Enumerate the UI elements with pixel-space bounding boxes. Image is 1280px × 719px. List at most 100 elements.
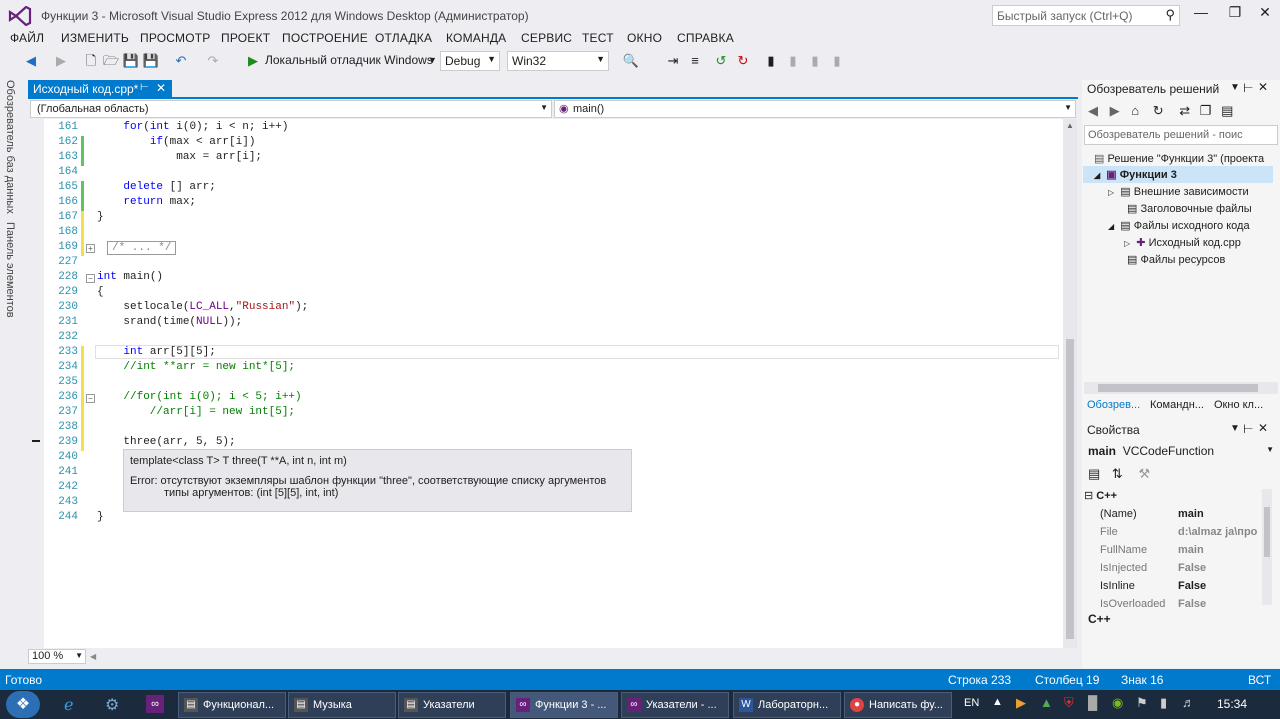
scroll-up-icon[interactable]: ▲ xyxy=(1066,121,1074,130)
collapse-icon[interactable]: ⊟ xyxy=(1084,490,1093,502)
comment-icon[interactable]: ≡ xyxy=(686,52,704,70)
chevron-down-icon[interactable]: ▼ xyxy=(428,55,437,65)
document-tab[interactable]: Исходный код.cpp* ⊢ ✕ xyxy=(28,80,172,98)
start-debug-icon[interactable]: ▶ xyxy=(244,52,262,70)
scroll-thumb[interactable] xyxy=(1264,507,1270,557)
tree-item-headers[interactable]: ▤ Заголовочные файлы xyxy=(1127,202,1252,215)
collapse-icon[interactable]: ❐ xyxy=(1200,103,1212,118)
menu-window[interactable]: ОКНО xyxy=(627,31,662,45)
nvidia-icon[interactable]: ◉ xyxy=(1112,695,1123,711)
language-indicator[interactable]: EN xyxy=(964,697,979,709)
redo-icon[interactable]: ↷ xyxy=(204,52,222,70)
tray-expand-icon[interactable]: ▲ xyxy=(992,696,1003,708)
volume-icon[interactable]: ♬ xyxy=(1182,695,1195,710)
quick-launch-input[interactable]: Быстрый запуск (Ctrl+Q) ⚲ xyxy=(992,5,1180,26)
solution-hscrollbar[interactable] xyxy=(1084,382,1278,394)
start-debugger-label[interactable]: Локальный отладчик Windows xyxy=(265,53,433,67)
tree-item-resources[interactable]: ▤ Файлы ресурсов xyxy=(1127,253,1225,266)
start-button[interactable]: ❖ xyxy=(6,691,40,718)
bookmark-prev-icon[interactable]: ↺ xyxy=(712,52,730,70)
menu-debug[interactable]: ОТЛАДКА xyxy=(375,31,432,45)
panel-menu-icon[interactable]: ▼ xyxy=(1230,82,1240,93)
bookmark-clear-icon[interactable]: ↻ xyxy=(734,52,752,70)
property-row[interactable]: IsInjected False xyxy=(1082,560,1272,578)
close-icon[interactable]: ✕ xyxy=(1258,421,1268,435)
close-icon[interactable]: ✕ xyxy=(1258,80,1268,94)
clock[interactable]: 15:34 xyxy=(1217,697,1247,711)
visual-studio-icon[interactable]: ∞ xyxy=(146,695,164,713)
member-select[interactable]: ◉ main() ▼ xyxy=(554,100,1076,118)
tree-item-project[interactable]: ◢ ▣ Функции 3 xyxy=(1094,168,1177,181)
menu-test[interactable]: ТЕСТ xyxy=(582,31,614,45)
menu-team[interactable]: КОМАНДА xyxy=(446,31,506,45)
shield-icon[interactable]: ⛨ xyxy=(1064,695,1074,711)
menu-tools[interactable]: СЕРВИС xyxy=(521,31,572,45)
menu-build[interactable]: ПОСТРОЕНИЕ xyxy=(282,31,368,45)
panel-menu-icon[interactable]: ▼ xyxy=(1230,423,1240,434)
collapse-outline-icon[interactable]: − xyxy=(86,274,95,283)
property-row[interactable]: File d:\almaz ja\про xyxy=(1082,524,1272,542)
step-icon[interactable]: ⇥ xyxy=(664,52,682,70)
collapse-outline-icon[interactable]: − xyxy=(86,394,95,403)
bookmark-folder-icon[interactable]: ▮ xyxy=(828,52,846,70)
forward-icon[interactable]: ▶ xyxy=(52,52,70,70)
history-icon[interactable]: ↻ xyxy=(1153,103,1164,118)
property-row[interactable]: IsInline False xyxy=(1082,578,1272,596)
menu-help[interactable]: СПРАВКА xyxy=(677,31,734,45)
property-pages-icon[interactable]: ⚒ xyxy=(1138,466,1150,481)
tree-item-sources[interactable]: ◢ ▤ Файлы исходного кода xyxy=(1108,219,1250,232)
expand-outline-icon[interactable]: + xyxy=(86,244,95,253)
taskbar-item-chrome[interactable]: ● Написать фу... xyxy=(844,692,952,718)
close-window-button[interactable]: ✕ xyxy=(1248,4,1280,24)
forward-icon[interactable]: ▶ xyxy=(1110,103,1120,118)
bookmark-icon[interactable]: ▮ xyxy=(762,52,780,70)
property-row[interactable]: FullName main xyxy=(1082,542,1272,560)
sync-icon[interactable]: ⇄ xyxy=(1179,103,1190,118)
restore-button[interactable]: ❐ xyxy=(1218,4,1252,24)
bookmark-toggle-icon[interactable]: ▮ xyxy=(806,52,824,70)
pin-icon[interactable]: ⊢ xyxy=(1243,81,1253,95)
save-icon[interactable]: 💾 xyxy=(122,52,140,70)
properties-icon[interactable]: ▤ xyxy=(1221,103,1233,118)
taskbar-item-music[interactable]: ▤ Музыка xyxy=(288,692,396,718)
categorized-icon[interactable]: ▤ xyxy=(1088,466,1100,481)
tab-solution-explorer[interactable]: Обозрев... xyxy=(1087,399,1140,411)
taskbar-item-vs-pointers[interactable]: ∞ Указатели - ... xyxy=(621,692,729,718)
vertical-scrollbar[interactable]: ▲ xyxy=(1063,119,1077,648)
property-row[interactable]: IsOverloaded False xyxy=(1082,596,1272,610)
open-file-icon[interactable]: 🗁 xyxy=(102,52,120,70)
menu-file[interactable]: ФАЙЛ xyxy=(10,31,44,45)
tab-team-explorer[interactable]: Командн... xyxy=(1150,399,1204,411)
property-row[interactable]: (Name) main xyxy=(1082,506,1272,524)
media-icon[interactable]: ▶ xyxy=(1016,695,1026,711)
flag-icon[interactable]: ⚑ xyxy=(1136,695,1148,711)
tab-toolbox[interactable]: Панель элементов xyxy=(4,222,16,318)
tab-database-explorer[interactable]: Обозреватель баз данных xyxy=(4,80,16,214)
back-icon[interactable]: ◀ xyxy=(22,52,40,70)
bookmark-next-icon[interactable]: ▮ xyxy=(784,52,802,70)
zoom-select[interactable]: 100 % ▼ xyxy=(28,649,86,664)
find-in-files-icon[interactable]: 🔍 xyxy=(622,52,640,70)
steam-icon[interactable]: ⚙ xyxy=(105,695,119,715)
properties-scrollbar[interactable] xyxy=(1262,489,1272,605)
platform-select[interactable]: Win32 ▼ xyxy=(507,51,609,71)
scope-select[interactable]: (Глобальная область) ▼ xyxy=(30,100,552,118)
properties-object-select[interactable]: main VCCodeFunction ▼ xyxy=(1088,444,1274,460)
tree-item-solution[interactable]: ▤ Решение "Функции 3" (проекта xyxy=(1094,152,1264,165)
menu-edit[interactable]: ИЗМЕНИТЬ xyxy=(61,31,129,45)
minimize-button[interactable]: — xyxy=(1184,4,1218,24)
tree-item-external-deps[interactable]: ▷ ▤ Внешние зависимости xyxy=(1108,185,1249,198)
taskbar-item-pointers[interactable]: ▤ Указатели xyxy=(398,692,506,718)
tree-item-source-file[interactable]: ▷ ✚ Исходный код.cpp xyxy=(1124,236,1241,249)
taskbar-item-word[interactable]: W Лабораторн... xyxy=(733,692,841,718)
power-icon[interactable]: ▮ xyxy=(1160,695,1167,711)
home-icon[interactable]: ⌂ xyxy=(1131,103,1139,118)
tab-class-view[interactable]: Окно кл... xyxy=(1214,399,1263,411)
drive-icon[interactable]: ▲ xyxy=(1040,695,1053,710)
network-icon[interactable]: █ xyxy=(1088,695,1097,710)
pin-icon[interactable]: ⊢ xyxy=(1243,422,1253,436)
taskbar-item-vs-functions[interactable]: ∞ Функции 3 - ... xyxy=(510,692,618,718)
save-all-icon[interactable]: 💾 xyxy=(142,52,160,70)
new-project-icon[interactable]: 🗋 xyxy=(82,52,100,70)
ie-icon[interactable]: ℯ xyxy=(64,695,73,715)
